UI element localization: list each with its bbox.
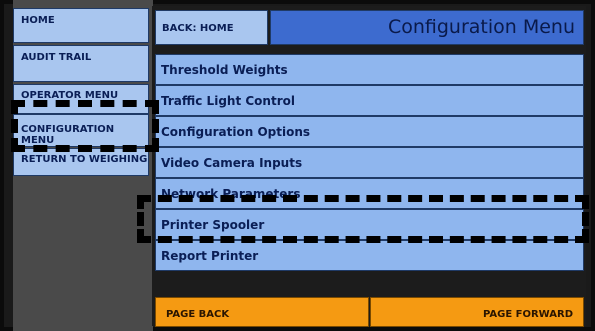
menu-item-video-camera-inputs[interactable]: Video Camera Inputs (155, 147, 584, 178)
highlight-box-printer-spooler (137, 195, 589, 243)
back-home-button[interactable]: BACK: HOME (155, 10, 268, 45)
highlight-box-configuration-menu (11, 100, 159, 152)
sidebar-item-home[interactable]: HOME (13, 8, 149, 43)
page-back-button[interactable]: PAGE BACK (155, 297, 369, 327)
sidebar-item-label: RETURN TO WEIGHING (21, 154, 148, 165)
menu-item-traffic-light-control[interactable]: Traffic Light Control (155, 85, 584, 116)
sidebar-item-label: HOME (21, 15, 55, 26)
sidebar-item-audit-trail[interactable]: AUDIT TRAIL (13, 45, 149, 82)
page-forward-button[interactable]: PAGE FORWARD (370, 297, 584, 327)
menu-item-label: Threshold Weights (161, 63, 288, 77)
sidebar-item-label: AUDIT TRAIL (21, 52, 92, 63)
page-title: Configuration Menu (387, 16, 575, 38)
page-back-label: PAGE BACK (166, 309, 230, 320)
menu-item-label: Report Printer (161, 249, 259, 263)
menu-item-label: Video Camera Inputs (161, 156, 303, 170)
menu-item-report-printer[interactable]: Report Printer (155, 240, 584, 271)
page-forward-label: PAGE FORWARD (482, 309, 573, 320)
menu-item-label: Configuration Options (161, 125, 311, 139)
menu-item-configuration-options[interactable]: Configuration Options (155, 116, 584, 147)
title-bar: Configuration Menu (270, 10, 584, 45)
menu-item-threshold-weights[interactable]: Threshold Weights (155, 54, 584, 85)
sidebar-item-return-to-weighing[interactable]: RETURN TO WEIGHING (13, 148, 149, 176)
back-home-label: BACK: HOME (162, 23, 234, 34)
menu-item-label: Traffic Light Control (161, 94, 295, 108)
